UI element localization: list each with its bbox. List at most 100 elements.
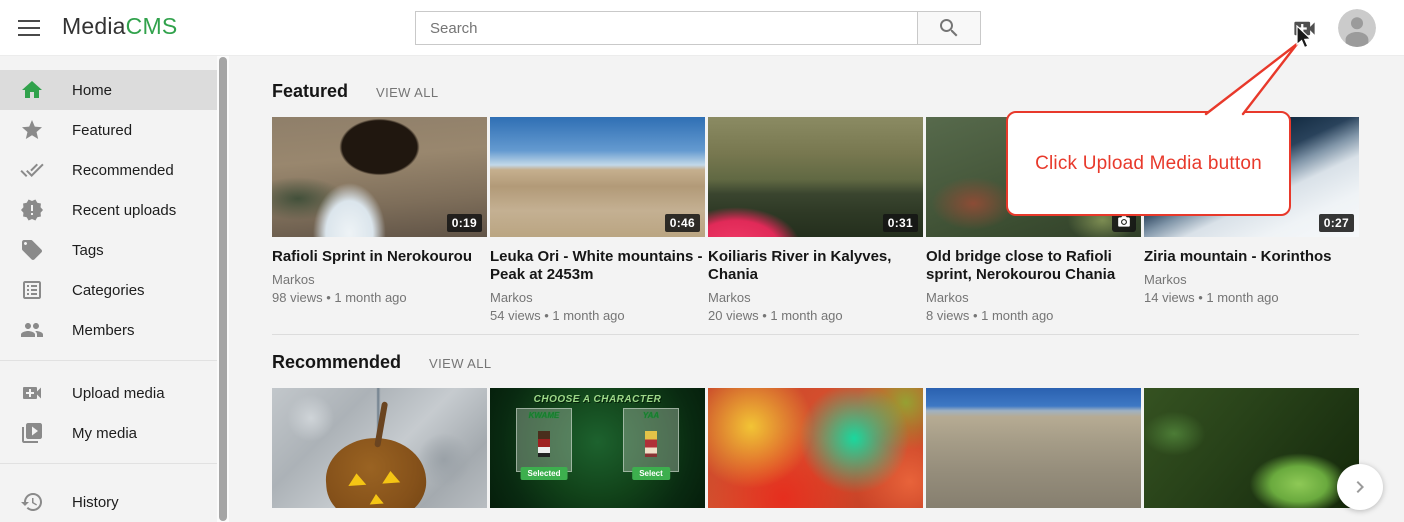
media-meta: 20 views • 1 month ago [708,308,923,323]
done-all-icon [20,158,44,182]
game-character-panel: YAA Select [623,408,679,472]
mediacms-page: MediaCMS [0,0,1404,522]
media-title[interactable]: Rafioli Sprint in Nerokourou [272,248,487,266]
game-character-name: YAA [624,411,678,420]
avatar[interactable] [1338,9,1376,47]
media-author[interactable]: Markos [708,290,923,305]
media-card [272,388,487,508]
media-card: 0:46 Leuka Ori - White mountains - Peak … [490,117,705,334]
media-card: 0:31 Koiliaris River in Kalyves, Chania … [708,117,923,334]
user-avatar-icon [1338,9,1376,47]
categories-icon [20,278,44,302]
media-meta: 8 views • 1 month ago [926,308,1141,323]
duration-badge: 0:27 [1319,214,1354,232]
duration-badge: 0:31 [883,214,918,232]
new-releases-icon [20,198,44,222]
media-thumbnail[interactable] [1144,388,1359,508]
sidebar-label: Categories [72,282,145,299]
top-bar: MediaCMS [0,0,1404,56]
sidebar-scrollbar-thumb[interactable] [219,57,227,521]
sidebar-item-home[interactable]: Home [0,70,217,110]
media-thumbnail[interactable] [708,388,923,508]
search-icon [937,16,961,40]
media-author[interactable]: Markos [926,290,1141,305]
sidebar-label: Tags [72,242,104,259]
menu-icon[interactable] [14,14,44,42]
recommended-view-all-link[interactable]: VIEW ALL [429,356,491,371]
camera-icon [1117,215,1131,229]
media-thumbnail[interactable] [926,388,1141,508]
media-thumbnail[interactable]: 0:31 [708,117,923,237]
media-title[interactable]: Ziria mountain - Korinthos [1144,248,1359,266]
media-author[interactable]: Markos [272,272,487,287]
game-character-panel: KWAME Selected [516,408,572,472]
sidebar-label: Upload media [72,385,165,402]
recommended-section-title: Recommended [272,352,401,373]
media-title[interactable]: Leuka Ori - White mountains - Peak at 24… [490,248,705,284]
media-meta: 14 views • 1 month ago [1144,290,1359,305]
video-call-icon [20,381,44,405]
media-thumbnail[interactable] [272,388,487,508]
game-character-sprite [538,431,550,457]
media-thumbnail[interactable]: 0:46 [490,117,705,237]
logo-media: Media [62,13,126,39]
upload-media-icon [1291,15,1318,42]
media-title[interactable]: Koiliaris River in Kalyves, Chania [708,248,923,284]
media-card [708,388,923,508]
sidebar: Home Featured Recommended Recent uploads [0,56,217,522]
game-heading-text: CHOOSE A CHARACTER [490,394,705,405]
sidebar-item-tags[interactable]: Tags [0,230,217,270]
sidebar-item-recent-uploads[interactable]: Recent uploads [0,190,217,230]
sidebar-item-members[interactable]: Members [0,310,217,350]
media-meta: 98 views • 1 month ago [272,290,487,305]
section-divider [272,334,1359,335]
sidebar-item-history[interactable]: History [0,482,217,522]
game-select-button: Select [632,467,670,480]
game-selected-button: Selected [521,467,568,480]
carousel-next-button[interactable] [1337,464,1383,510]
sidebar-item-upload-media[interactable]: Upload media [0,373,217,413]
media-author[interactable]: Markos [490,290,705,305]
media-author[interactable]: Markos [1144,272,1359,287]
sidebar-item-categories[interactable]: Categories [0,270,217,310]
media-thumbnail[interactable]: 0:19 [272,117,487,237]
featured-view-all-link[interactable]: VIEW ALL [376,85,438,100]
featured-section-title: Featured [272,81,348,102]
media-meta: 54 views • 1 month ago [490,308,705,323]
game-character-sprite [645,431,657,457]
search-input[interactable] [416,12,917,44]
media-card [1144,388,1359,508]
sidebar-label: My media [72,425,137,442]
game-character-name: KWAME [517,411,571,420]
sidebar-label: Featured [72,122,132,139]
home-icon [20,78,44,102]
sidebar-scrollbar-track[interactable] [217,56,229,522]
logo[interactable]: MediaCMS [62,13,177,40]
duration-badge: 0:46 [665,214,700,232]
media-card [926,388,1141,508]
sidebar-label: Recommended [72,162,174,179]
recommended-cards-row: CHOOSE A CHARACTER KWAME Selected YAA Se… [272,388,1404,508]
callout-tooltip: Click Upload Media button [1006,111,1291,216]
sidebar-label: History [72,494,119,511]
history-icon [20,490,44,514]
sidebar-item-my-media[interactable]: My media [0,413,217,453]
media-card: 0:19 Rafioli Sprint in Nerokourou Markos… [272,117,487,334]
media-card: CHOOSE A CHARACTER KWAME Selected YAA Se… [490,388,705,508]
sidebar-label: Members [72,322,135,339]
upload-media-button[interactable] [1289,15,1319,41]
members-icon [20,318,44,342]
sidebar-item-featured[interactable]: Featured [0,110,217,150]
callout-text: Click Upload Media button [1035,153,1262,175]
sidebar-label: Home [72,82,112,99]
star-icon [20,118,44,142]
duration-badge: 0:19 [447,214,482,232]
sidebar-item-recommended[interactable]: Recommended [0,150,217,190]
chevron-right-icon [1348,475,1372,499]
tag-icon [20,238,44,262]
media-title[interactable]: Old bridge close to Rafioli sprint, Nero… [926,248,1141,284]
search-button[interactable] [917,12,980,44]
search-bar [415,11,981,45]
logo-cms: CMS [126,13,178,39]
media-thumbnail[interactable]: CHOOSE A CHARACTER KWAME Selected YAA Se… [490,388,705,508]
